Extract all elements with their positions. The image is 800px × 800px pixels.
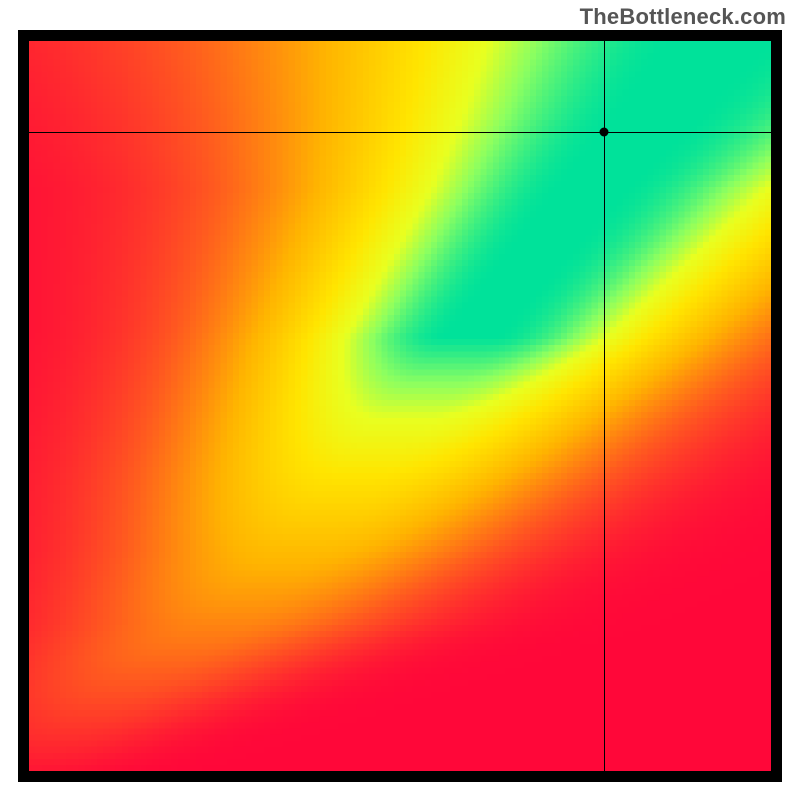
crosshair-vertical — [604, 41, 605, 771]
heatmap-canvas — [29, 41, 771, 771]
plot-frame — [18, 30, 782, 782]
plot-area — [29, 41, 771, 771]
watermark-label: TheBottleneck.com — [580, 4, 786, 30]
crosshair-marker-dot — [600, 128, 609, 137]
chart-container: TheBottleneck.com — [0, 0, 800, 800]
crosshair-horizontal — [29, 132, 771, 133]
